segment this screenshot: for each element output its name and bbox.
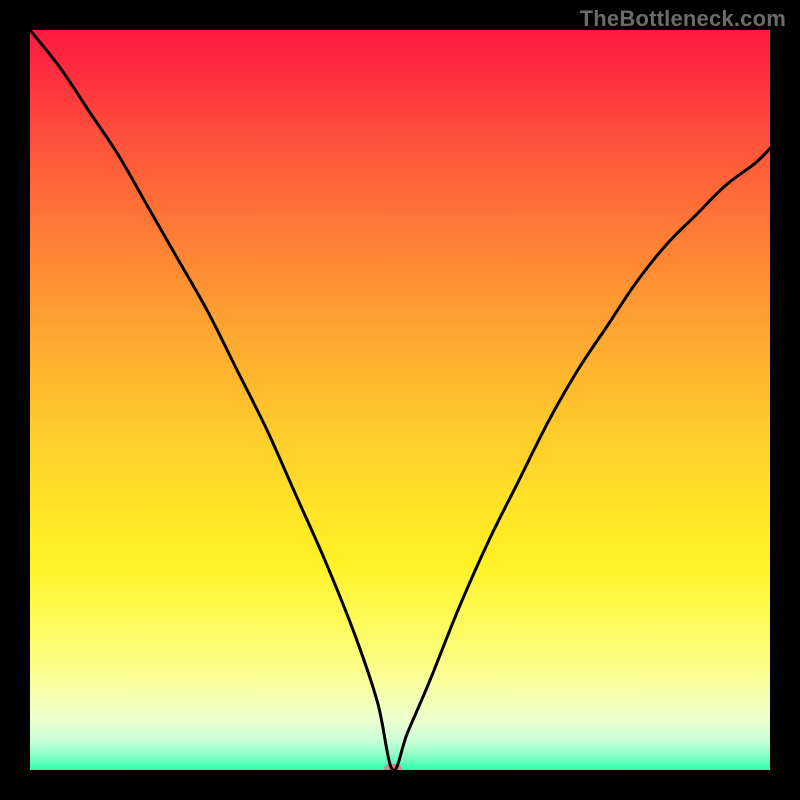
- chart-outer: TheBottleneck.com: [0, 0, 800, 800]
- curve-svg: [30, 30, 770, 770]
- plot-area: [30, 30, 770, 770]
- bottleneck-curve: [30, 30, 770, 770]
- watermark-text: TheBottleneck.com: [580, 6, 786, 32]
